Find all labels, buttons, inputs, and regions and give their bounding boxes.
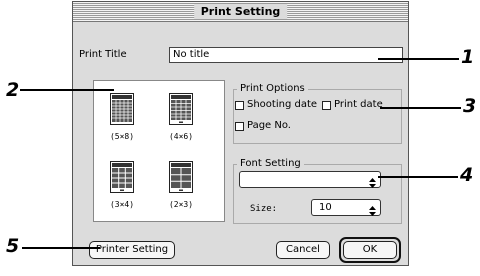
print-date-checkbox[interactable] (322, 101, 331, 110)
print-options-group (233, 89, 402, 144)
updown-arrows-icon (367, 202, 378, 216)
shooting-date-label: Shooting date (247, 99, 318, 110)
callout-number-1: 1 (461, 46, 475, 68)
layout-thumbnail-icon[interactable] (169, 161, 193, 193)
print-title-value: No title (173, 49, 210, 60)
callout-line-2 (20, 89, 114, 91)
callout-line-5 (22, 247, 100, 249)
dialog-title: Print Setting (193, 4, 288, 19)
page-no-label: Page No. (247, 120, 291, 131)
layout-3x4-label: (3×4) (109, 200, 135, 209)
font-select[interactable] (239, 171, 381, 188)
callout-line-1 (378, 58, 459, 60)
updown-arrows-icon (367, 174, 378, 188)
page-no-checkbox[interactable] (235, 122, 244, 131)
print-date-label: Print date (334, 99, 383, 110)
shooting-date-checkbox[interactable] (235, 101, 244, 110)
callout-number-2: 2 (6, 79, 20, 101)
layout-5x8-label: (5×8) (109, 132, 135, 141)
layout-2x3-label: (2×3) (168, 200, 194, 209)
print-title-input[interactable]: No title (169, 47, 403, 63)
size-select[interactable]: 10 (311, 199, 381, 216)
layout-thumbnail-icon[interactable] (169, 93, 193, 125)
printer-setting-button[interactable]: Printer Setting (89, 241, 175, 259)
size-label: Size: (250, 204, 278, 214)
callout-line-3 (380, 107, 461, 109)
layout-thumbnail-icon[interactable] (110, 161, 134, 193)
callout-number-3: 3 (463, 95, 477, 117)
callout-number-4: 4 (460, 164, 474, 186)
print-setting-dialog: Print Setting Print Title No title (5×8)… (72, 1, 409, 266)
font-setting-title: Font Setting (237, 158, 304, 170)
size-select-value: 10 (319, 202, 332, 213)
callout-line-4 (378, 176, 458, 178)
title-bar[interactable]: Print Setting (73, 2, 408, 22)
cancel-button[interactable]: Cancel (276, 241, 330, 259)
layout-panel: (5×8) (4×6) (3×4) (2×3) (93, 80, 225, 222)
print-title-label: Print Title (79, 49, 127, 60)
layout-thumbnail-icon[interactable] (110, 93, 134, 125)
callout-number-5: 5 (6, 235, 20, 257)
print-options-title: Print Options (237, 83, 308, 95)
ok-button[interactable]: OK (343, 241, 397, 259)
layout-4x6-label: (4×6) (168, 132, 194, 141)
